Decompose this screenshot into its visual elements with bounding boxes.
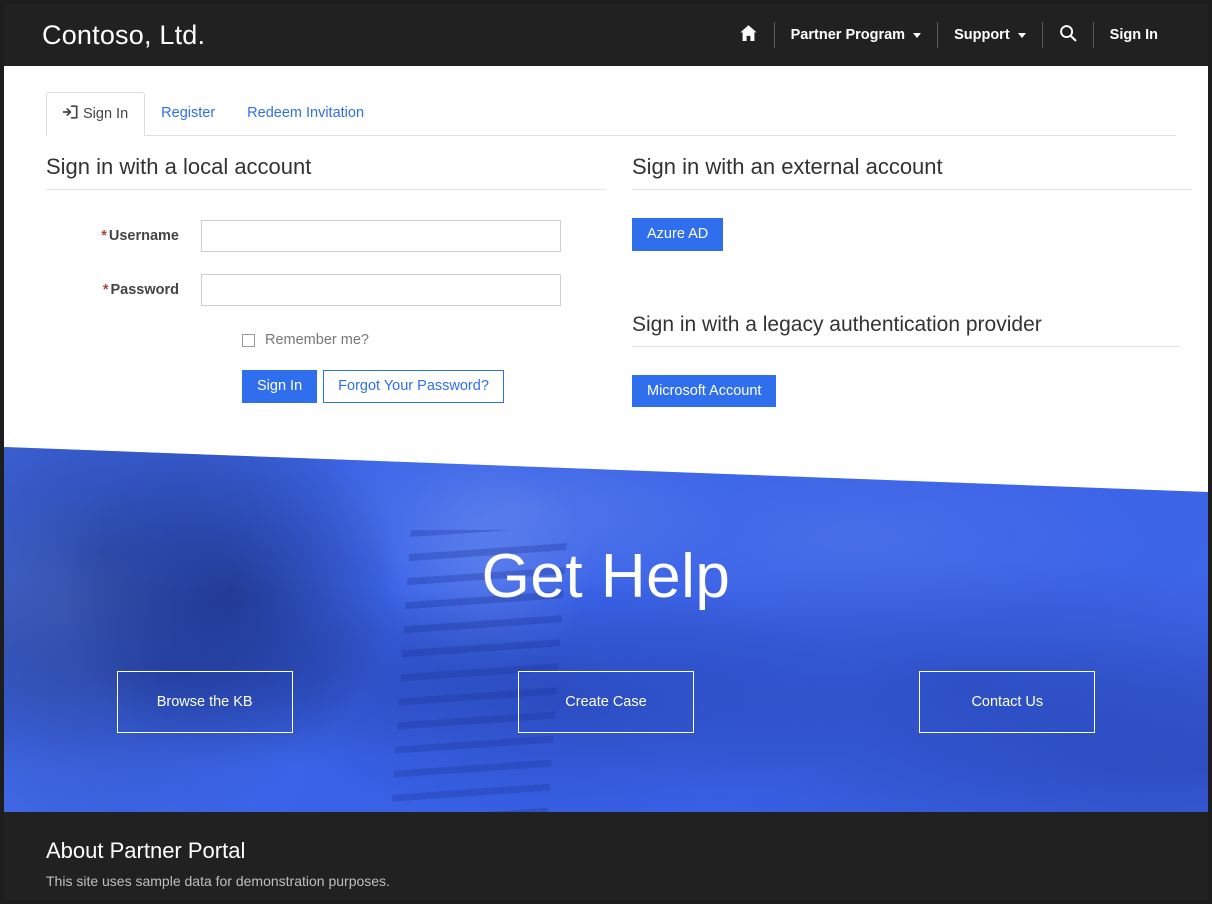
provider-azure-ad-button[interactable]: Azure AD bbox=[632, 218, 724, 251]
sign-in-icon bbox=[62, 105, 78, 123]
username-input[interactable] bbox=[201, 220, 561, 252]
remember-me-label: Remember me? bbox=[265, 332, 369, 348]
footer-description: This site uses sample data for demonstra… bbox=[46, 873, 390, 889]
username-label: * Username bbox=[46, 228, 201, 244]
search-icon bbox=[1059, 24, 1077, 46]
footer-title: About Partner Portal bbox=[46, 838, 246, 863]
nav-partner-program-label: Partner Program bbox=[790, 27, 906, 43]
hero-title: Get Help bbox=[481, 542, 731, 611]
nav-support-label: Support bbox=[954, 27, 1010, 43]
hero-cell: Browse the KB bbox=[4, 671, 405, 733]
hero-cell: Contact Us bbox=[807, 671, 1208, 733]
nav-home[interactable] bbox=[723, 4, 774, 66]
legacy-account-title: Sign in with a legacy authentication pro… bbox=[632, 313, 1180, 347]
hero-banner: Get Help Browse the KB Create Case Conta… bbox=[4, 447, 1208, 812]
tab-register[interactable]: Register bbox=[145, 91, 231, 135]
tab-sign-in[interactable]: Sign In bbox=[46, 92, 146, 136]
external-account-title: Sign in with an external account bbox=[632, 154, 1192, 190]
password-input[interactable] bbox=[201, 274, 561, 306]
remember-me-checkbox[interactable] bbox=[242, 333, 255, 347]
username-row: * Username bbox=[46, 220, 606, 252]
sign-in-button[interactable]: Sign In bbox=[242, 370, 318, 403]
nav-sign-in[interactable]: Sign In bbox=[1094, 4, 1174, 66]
hero-content: Get Help Browse the KB Create Case Conta… bbox=[4, 447, 1208, 812]
home-icon bbox=[739, 24, 758, 46]
local-account-panel: Sign in with a local account * Username *… bbox=[46, 154, 606, 403]
brand-logo[interactable]: Contoso, Ltd. bbox=[42, 20, 205, 51]
hero-cell: Create Case bbox=[405, 671, 806, 733]
nav-support[interactable]: Support bbox=[938, 4, 1042, 66]
site-footer: About Partner Portal This site uses samp… bbox=[4, 812, 1208, 900]
chevron-down-icon bbox=[1017, 32, 1026, 38]
tab-redeem-invitation[interactable]: Redeem Invitation bbox=[231, 91, 380, 135]
username-label-text: Username bbox=[108, 228, 179, 244]
chevron-down-icon bbox=[913, 32, 922, 38]
required-marker: * bbox=[101, 228, 107, 244]
auth-tabs: Sign In Register Redeem Invitation bbox=[46, 90, 1176, 136]
primary-navigation: Partner Program Support Sign In bbox=[723, 4, 1174, 66]
nav-search-button[interactable] bbox=[1043, 4, 1093, 66]
required-marker: * bbox=[102, 282, 109, 298]
tab-sign-in-label: Sign In bbox=[83, 106, 129, 122]
nav-partner-program[interactable]: Partner Program bbox=[775, 4, 937, 66]
local-account-title: Sign in with a local account bbox=[46, 154, 606, 190]
external-account-panel: Sign in with an external account Azure A… bbox=[632, 154, 1192, 408]
password-label: * Password bbox=[46, 282, 201, 298]
remember-me-row: Remember me? bbox=[242, 332, 606, 348]
contact-us-button[interactable]: Contact Us bbox=[919, 671, 1096, 733]
local-account-actions: Sign In Forgot Your Password? bbox=[242, 370, 606, 403]
provider-microsoft-account-button[interactable]: Microsoft Account bbox=[632, 374, 777, 408]
external-providers: Azure AD bbox=[632, 218, 1192, 251]
create-case-button[interactable]: Create Case bbox=[517, 671, 694, 733]
page-root: Contoso, Ltd. Partner Program Support Si… bbox=[0, 0, 1212, 904]
password-row: * Password bbox=[46, 274, 606, 306]
password-label-text: Password bbox=[110, 282, 180, 298]
browse-kb-button[interactable]: Browse the KB bbox=[116, 671, 293, 733]
site-header: Contoso, Ltd. Partner Program Support Si… bbox=[4, 4, 1208, 66]
forgot-password-button[interactable]: Forgot Your Password? bbox=[323, 370, 504, 403]
legacy-account-panel: Sign in with a legacy authentication pro… bbox=[632, 313, 1180, 408]
hero-action-buttons: Browse the KB Create Case Contact Us bbox=[4, 671, 1208, 733]
legacy-providers: Microsoft Account bbox=[632, 374, 1180, 408]
